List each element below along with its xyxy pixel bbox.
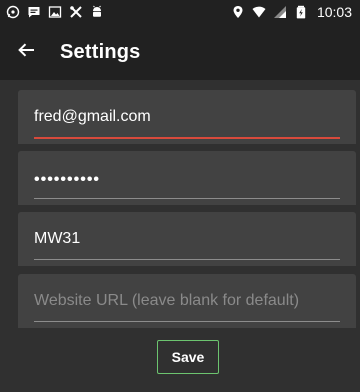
whatsapp-icon (6, 5, 20, 19)
battery-icon (294, 5, 308, 19)
device-field[interactable]: MW31 (18, 212, 356, 266)
save-button[interactable]: Save (157, 340, 219, 374)
signal-icon (273, 5, 287, 19)
status-right-icons: 10:03 (231, 4, 352, 20)
tools-icon (69, 5, 83, 19)
location-icon (231, 5, 245, 19)
status-left-icons (6, 5, 104, 19)
email-underline (34, 137, 340, 139)
website-url-placeholder: Website URL (leave blank for default) (34, 292, 300, 309)
email-field[interactable]: fred@gmail.com (18, 90, 356, 144)
password-value: •••••••••• (34, 171, 101, 188)
password-field[interactable]: •••••••••• (18, 151, 356, 205)
app-bar: Settings (0, 24, 360, 80)
device-value: MW31 (34, 230, 81, 247)
status-bar: 10:03 (0, 0, 360, 24)
status-time: 10:03 (316, 4, 352, 20)
image-icon (48, 5, 62, 19)
website-url-underline (34, 321, 340, 322)
back-button[interactable] (0, 24, 54, 80)
page-title: Settings (60, 40, 141, 63)
message-icon (27, 5, 41, 19)
android-icon (90, 5, 104, 19)
website-url-field[interactable]: Website URL (leave blank for default) (18, 274, 356, 328)
email-value: fred@gmail.com (34, 108, 151, 125)
arrow-back-icon (17, 41, 35, 64)
device-underline (34, 259, 340, 260)
wifi-icon (252, 5, 266, 19)
password-underline (34, 198, 340, 199)
